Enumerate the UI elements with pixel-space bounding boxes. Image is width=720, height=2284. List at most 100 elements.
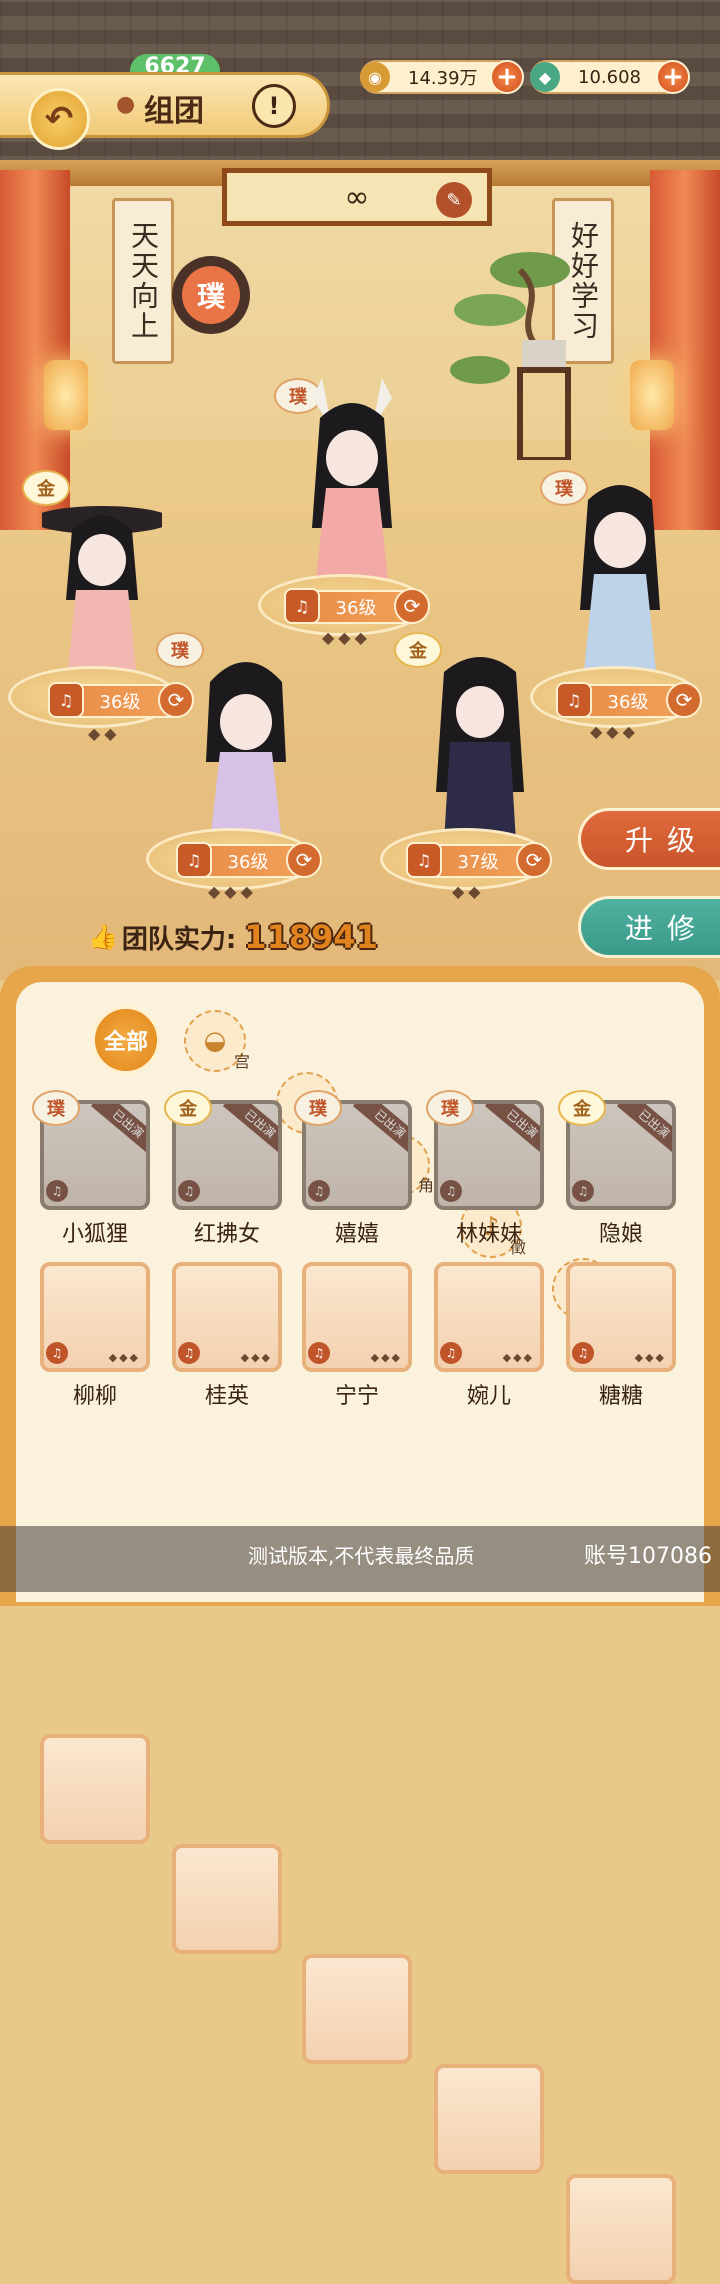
- level-bar: ♫ 36级 ⟳: [284, 588, 430, 624]
- deployed-ribbon: 已出演: [484, 1104, 540, 1158]
- thumbs-up-icon: 👍: [88, 923, 118, 951]
- jade-amount: 10.608: [578, 66, 641, 88]
- add-jade-button[interactable]: +: [656, 60, 690, 94]
- card-name: 宁宁: [334, 1384, 379, 1409]
- deployed-ribbon: 已出演: [222, 1104, 278, 1158]
- character-figure: [436, 657, 524, 842]
- roster-card-1[interactable]: 已出演 ♫ 璞 小狐狸: [32, 1090, 160, 1248]
- card-name: 嬉嬉: [334, 1222, 379, 1247]
- card-portrait: ♫ ◆◆◆: [434, 1262, 544, 1372]
- star-rating: ◆◆◆: [322, 628, 371, 647]
- back-arrow-icon: ↶: [44, 99, 74, 139]
- coin-counter: ◉ 14.39万 +: [360, 60, 524, 94]
- star-rating: ◆◆◆: [370, 1351, 402, 1364]
- class-icon: ♫: [406, 842, 442, 878]
- roster-card-8[interactable]: ♫ ◆◆◆ 宁宁: [302, 1262, 422, 1410]
- character-figure: [42, 506, 162, 690]
- edit-team-name-button[interactable]: ✎: [436, 182, 472, 218]
- level-bar: ♫ 36级 ⟳: [176, 842, 322, 878]
- rank-tag: 金: [558, 1090, 606, 1126]
- roster-card-3[interactable]: 已出演 ♫ 璞 嬉嬉: [294, 1090, 422, 1248]
- bonsai-decoration: [450, 252, 571, 460]
- class-icon: ♫: [572, 1342, 594, 1364]
- class-icon: ♫: [440, 1180, 462, 1202]
- deployed-ribbon: 已出演: [352, 1104, 408, 1158]
- test-build-notice: 测试版本,不代表最终品质: [248, 1544, 475, 1568]
- roster-card-6[interactable]: ♫ ◆◆◆ 柳柳: [40, 1262, 160, 1410]
- coin-icon: ◉: [360, 62, 390, 92]
- upgrade-button[interactable]: 升级: [578, 808, 720, 870]
- filter-all-tab[interactable]: 全部: [92, 1006, 160, 1074]
- account-id: 账号107086: [584, 1544, 712, 1569]
- class-icon: ♫: [556, 682, 592, 718]
- rank-tag: 璞: [32, 1090, 80, 1126]
- class-icon: ♫: [308, 1342, 330, 1364]
- roster-card-2[interactable]: 已出演 ♫ 金 红拂女: [164, 1090, 292, 1248]
- team-power: 👍 团队实力: 118941: [88, 918, 378, 956]
- team-name: ∞: [344, 179, 370, 215]
- swap-icon[interactable]: ⟳: [286, 842, 322, 878]
- rank-tag: 璞: [294, 1090, 342, 1126]
- card-portrait: ♫ ◆◆◆: [302, 1262, 412, 1372]
- card-name: 红拂女: [193, 1222, 260, 1247]
- card-portrait: ♫ ◆◆◆: [172, 1262, 282, 1372]
- character-figure: [580, 485, 660, 670]
- class-icon: ♫: [48, 682, 84, 718]
- coin-amount: 14.39万: [408, 68, 478, 89]
- rank-tag: 金: [164, 1090, 212, 1126]
- left-scroll: 天天向上: [112, 198, 174, 364]
- left-lantern: [44, 360, 88, 430]
- card-name: 小狐狸: [61, 1222, 128, 1247]
- card-name: 婉儿: [466, 1384, 511, 1409]
- exclamation-icon: !: [268, 92, 280, 120]
- roster-card-5[interactable]: 已出演 ♫ 金 隐娘: [558, 1090, 686, 1248]
- filter-gong-tab[interactable]: ◒ 宫: [184, 1010, 250, 1072]
- star-rating: ◆◆◆: [502, 1351, 534, 1364]
- deployed-ribbon: 已出演: [616, 1104, 672, 1158]
- card-portrait: ♫ ◆◆◆: [566, 1262, 676, 1372]
- team-power-value: 118941: [244, 918, 378, 956]
- roster-card-11[interactable]: [40, 1734, 150, 1844]
- roster-card-9[interactable]: ♫ ◆◆◆ 婉儿: [434, 1262, 554, 1410]
- roster-card-15[interactable]: [566, 2174, 676, 2284]
- swap-icon[interactable]: ⟳: [394, 588, 430, 624]
- star-rating: ◆◆◆: [108, 1351, 140, 1364]
- rank-tag: 璞: [426, 1090, 474, 1126]
- page-title: 组团: [144, 94, 204, 129]
- star-rating: ◆◆◆: [634, 1351, 666, 1364]
- roster-card-4[interactable]: 已出演 ♫ 璞 林妹妹: [426, 1090, 554, 1248]
- roster-card-7[interactable]: ♫ ◆◆◆ 桂英: [172, 1262, 292, 1410]
- card-name: 隐娘: [598, 1222, 643, 1247]
- level-bar: ♫ 36级 ⟳: [556, 682, 702, 718]
- roster-card-14[interactable]: [434, 2064, 544, 2174]
- level-bar: ♫ 37级 ⟳: [406, 842, 552, 878]
- star-rating: ◆◆◆: [208, 882, 257, 901]
- swap-icon[interactable]: ⟳: [516, 842, 552, 878]
- location-pin-icon: ●: [116, 92, 136, 117]
- class-icon: ♫: [572, 1180, 594, 1202]
- class-icon: ♫: [178, 1180, 200, 1202]
- star-rating: ◆◆: [88, 724, 121, 743]
- class-icon: ♫: [46, 1342, 68, 1364]
- add-coins-button[interactable]: +: [490, 60, 524, 94]
- deployed-ribbon: 已出演: [90, 1104, 146, 1158]
- class-icon: ♫: [178, 1342, 200, 1364]
- card-name: 林妹妹: [455, 1222, 522, 1247]
- level-bar: ♫ 36级 ⟳: [48, 682, 194, 718]
- star-rating: ◆◆◆: [590, 722, 639, 741]
- character-figure: [206, 662, 286, 842]
- back-button[interactable]: ↶: [28, 88, 90, 150]
- roster-card-13[interactable]: [302, 1954, 412, 2064]
- swap-icon[interactable]: ⟳: [666, 682, 702, 718]
- star-rating: ◆◆: [452, 882, 485, 901]
- advance-button[interactable]: 进修: [578, 896, 720, 958]
- character-figure: [312, 378, 392, 578]
- jade-icon: ◆: [530, 62, 560, 92]
- card-name: 糖糖: [598, 1384, 643, 1409]
- class-icon: ♫: [308, 1180, 330, 1202]
- info-button[interactable]: !: [252, 84, 296, 128]
- class-icon: ♫: [46, 1180, 68, 1202]
- roster-card-12[interactable]: [172, 1844, 282, 1954]
- roster-card-10[interactable]: ♫ ◆◆◆ 糖糖: [566, 1262, 686, 1410]
- star-rating: ◆◆◆: [240, 1351, 272, 1364]
